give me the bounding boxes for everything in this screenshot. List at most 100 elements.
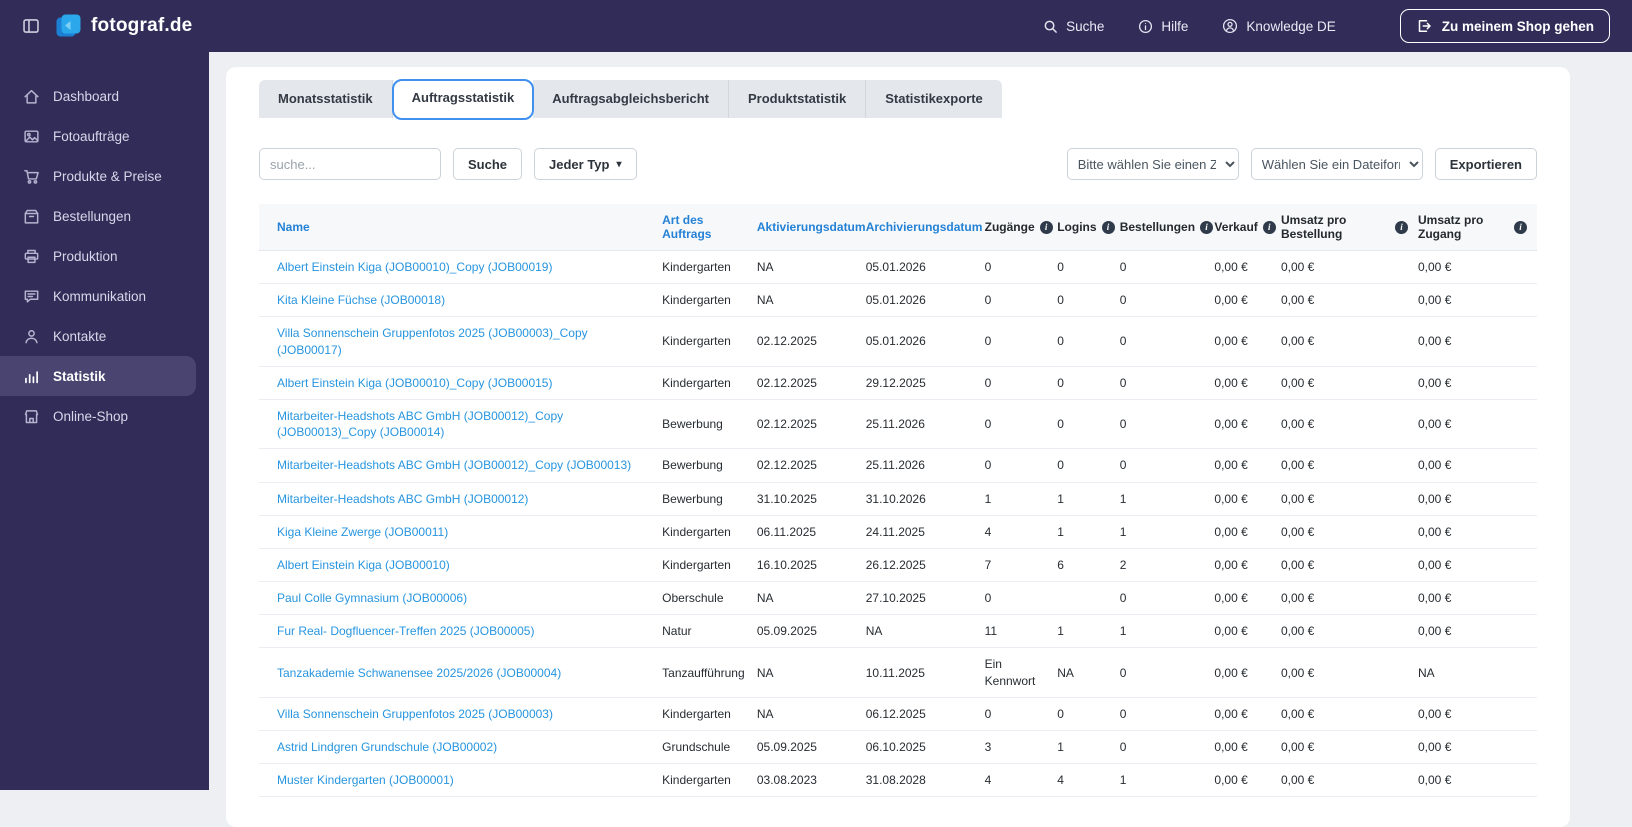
job-link[interactable]: Kiga Kleine Zwerge (JOB00011) [277, 525, 448, 539]
sidebar-item-statistik[interactable]: Statistik [0, 356, 196, 396]
column-header-name[interactable]: Name [259, 204, 662, 251]
job-link[interactable]: Mitarbeiter-Headshots ABC GmbH (JOB00012… [277, 458, 631, 472]
sidebar-item-label: Fotoaufträge [53, 129, 130, 144]
cell-name: Astrid Lindgren Grundschule (JOB00002) [259, 731, 662, 764]
column-header-art-des-auftrags[interactable]: Art des Auftrags [662, 204, 757, 251]
cell-name: Albert Einstein Kiga (JOB00010)_Copy (JO… [259, 251, 662, 284]
cell-name: Kiga Kleine Zwerge (JOB00011) [259, 515, 662, 548]
tab-auftragsstatistik[interactable]: Auftragsstatistik [392, 79, 535, 120]
sidebar-item-produktion[interactable]: Produktion [0, 236, 209, 276]
job-link[interactable]: Astrid Lindgren Grundschule (JOB00002) [277, 740, 497, 754]
cell-archivierungsdatum: 26.12.2025 [866, 548, 985, 581]
cell-art-des-auftrags: Kindergarten [662, 366, 757, 399]
column-header-zugaenge: Zugängei [985, 204, 1058, 251]
search-input[interactable] [259, 148, 441, 180]
table-row: Kiga Kleine Zwerge (JOB00011)Kindergarte… [259, 515, 1537, 548]
job-link[interactable]: Mitarbeiter-Headshots ABC GmbH (JOB00012… [277, 409, 563, 439]
cell-bestellungen: 0 [1120, 251, 1215, 284]
cell-bestellungen: 0 [1120, 731, 1215, 764]
sidebar-item-produkte-preise[interactable]: Produkte & Preise [0, 156, 209, 196]
table-row: Mitarbeiter-Headshots ABC GmbH (JOB00012… [259, 399, 1537, 448]
export-button[interactable]: Exportieren [1435, 148, 1537, 180]
cell-name: Mitarbeiter-Headshots ABC GmbH (JOB00012… [259, 399, 662, 448]
column-header-aktivierungsdatum[interactable]: Aktivierungsdatum [757, 204, 866, 251]
info-icon[interactable]: i [1102, 221, 1115, 234]
cell-logins: 1 [1057, 731, 1119, 764]
table-body: Albert Einstein Kiga (JOB00010)_Copy (JO… [259, 251, 1537, 797]
topnav-help[interactable]: Hilfe [1138, 19, 1188, 34]
cell-bestellungen: 0 [1120, 366, 1215, 399]
info-icon[interactable]: i [1263, 221, 1276, 234]
format-select[interactable]: Wählen Sie ein Dateiformat [1251, 148, 1423, 180]
cell-bestellungen: 0 [1120, 284, 1215, 317]
cell-bestellungen: 1 [1120, 515, 1215, 548]
info-icon[interactable]: i [1395, 221, 1408, 234]
cell-bestellungen: 0 [1120, 449, 1215, 482]
sidebar-item-bestellungen[interactable]: Bestellungen [0, 196, 209, 236]
period-select[interactable]: Bitte wählen Sie einen Zeitraum [1067, 148, 1239, 180]
brand[interactable]: fotograf.de [56, 13, 192, 39]
search-icon [1043, 19, 1058, 34]
chart-icon [23, 368, 40, 385]
job-link[interactable]: Fur Real- Dogfluencer-Treffen 2025 (JOB0… [277, 624, 534, 638]
job-link[interactable]: Kita Kleine Füchse (JOB00018) [277, 293, 445, 307]
cell-logins: 0 [1057, 284, 1119, 317]
cell-umsatz-pro-zugang: 0,00 € [1418, 284, 1537, 317]
tab-auftragsabgleichsbericht[interactable]: Auftragsabgleichsbericht [533, 80, 729, 118]
search-button[interactable]: Suche [453, 148, 522, 180]
tab-produktstatistik[interactable]: Produktstatistik [729, 80, 866, 118]
cart-icon [23, 168, 40, 185]
sidebar-toggle-icon[interactable] [22, 17, 40, 35]
job-link[interactable]: Albert Einstein Kiga (JOB00010) [277, 558, 450, 572]
printer-icon [23, 248, 40, 265]
cell-zugaenge: 3 [985, 731, 1058, 764]
cell-umsatz-pro-bestellung: 0,00 € [1281, 764, 1418, 797]
sidebar-item-kontakte[interactable]: Kontakte [0, 316, 209, 356]
sidebar-item-fotoauftraege[interactable]: Fotoaufträge [0, 116, 209, 156]
sidebar-item-kommunikation[interactable]: Kommunikation [0, 276, 209, 316]
cell-art-des-auftrags: Kindergarten [662, 284, 757, 317]
export-controls: Bitte wählen Sie einen Zeitraum Wählen S… [1067, 148, 1537, 180]
table-row: Albert Einstein Kiga (JOB00010)_Copy (JO… [259, 251, 1537, 284]
go-to-shop-button[interactable]: Zu meinem Shop gehen [1400, 9, 1610, 43]
cell-aktivierungsdatum: NA [757, 284, 866, 317]
job-link[interactable]: Albert Einstein Kiga (JOB00010)_Copy (JO… [277, 376, 552, 390]
table-row: Paul Colle Gymnasium (JOB00006)Oberschul… [259, 582, 1537, 615]
cell-bestellungen: 1 [1120, 615, 1215, 648]
cell-art-des-auftrags: Grundschule [662, 731, 757, 764]
tab-statistikexporte[interactable]: Statistikexporte [866, 80, 1002, 118]
cell-logins: 1 [1057, 615, 1119, 648]
cell-archivierungsdatum: 05.01.2026 [866, 317, 985, 366]
cell-umsatz-pro-zugang: 0,00 € [1418, 449, 1537, 482]
cell-logins: 1 [1057, 515, 1119, 548]
cell-verkauf: 0,00 € [1214, 764, 1281, 797]
job-link[interactable]: Mitarbeiter-Headshots ABC GmbH (JOB00012… [277, 492, 528, 506]
info-icon[interactable]: i [1200, 221, 1213, 234]
topnav-knowledge-label: Knowledge DE [1246, 19, 1335, 34]
cell-zugaenge: 0 [985, 317, 1058, 366]
job-link[interactable]: Paul Colle Gymnasium (JOB00006) [277, 591, 467, 605]
topnav-search[interactable]: Suche [1043, 19, 1104, 34]
job-link[interactable]: Albert Einstein Kiga (JOB00010)_Copy (JO… [277, 260, 552, 274]
job-link[interactable]: Villa Sonnenschein Gruppenfotos 2025 (JO… [277, 707, 553, 721]
job-link[interactable]: Tanzakademie Schwanensee 2025/2026 (JOB0… [277, 666, 561, 680]
topnav-knowledge[interactable]: Knowledge DE [1222, 18, 1335, 34]
sidebar-item-online-shop[interactable]: Online-Shop [0, 396, 209, 436]
sidebar: Dashboard Fotoaufträge Produkte & PreiseBe… [0, 52, 209, 790]
job-link[interactable]: Villa Sonnenschein Gruppenfotos 2025 (JO… [277, 326, 588, 356]
cell-archivierungsdatum: 10.11.2025 [866, 648, 985, 697]
cell-name: Muster Kindergarten (JOB00001) [259, 764, 662, 797]
column-header-bestellungen: Bestellungeni [1120, 204, 1215, 251]
info-icon[interactable]: i [1514, 221, 1527, 234]
sidebar-item-label: Dashboard [53, 89, 119, 104]
sidebar-item-dashboard[interactable]: Dashboard [0, 76, 209, 116]
cell-logins: 1 [1057, 482, 1119, 515]
cell-umsatz-pro-zugang: 0,00 € [1418, 764, 1537, 797]
job-link[interactable]: Muster Kindergarten (JOB00001) [277, 773, 454, 787]
column-header-archivierungsdatum[interactable]: Archivierungsdatum [866, 204, 985, 251]
cell-aktivierungsdatum: 02.12.2025 [757, 317, 866, 366]
tab-monatsstatistik[interactable]: Monatsstatistik [259, 80, 393, 118]
info-icon[interactable]: i [1040, 221, 1053, 234]
cell-name: Villa Sonnenschein Gruppenfotos 2025 (JO… [259, 317, 662, 366]
type-dropdown-button[interactable]: Jeder Typ ▾ [534, 148, 636, 180]
